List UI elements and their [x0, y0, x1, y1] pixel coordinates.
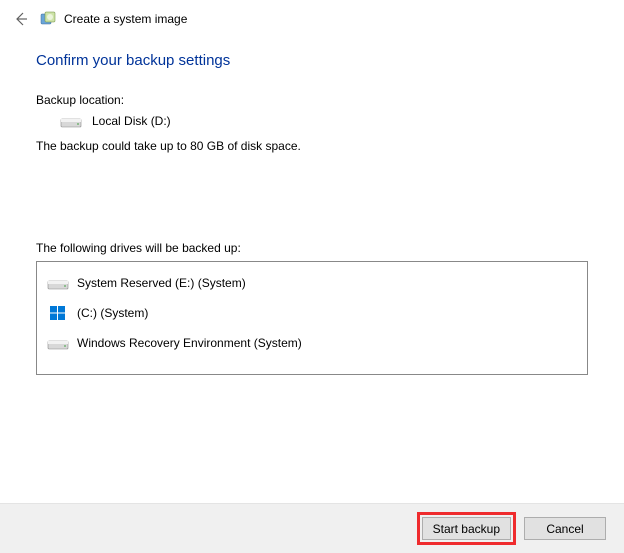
windows-disk-icon [47, 305, 69, 321]
window-title: Create a system image [64, 12, 187, 26]
system-image-icon [40, 11, 56, 27]
drive-row: Windows Recovery Environment (System) [45, 328, 579, 358]
back-button[interactable] [10, 8, 32, 30]
disk-icon [47, 335, 69, 351]
titlebar: Create a system image [0, 0, 624, 34]
cancel-button[interactable]: Cancel [524, 517, 606, 540]
disk-icon [47, 275, 69, 291]
back-arrow-icon [12, 10, 30, 28]
drive-label: System Reserved (E:) (System) [77, 276, 246, 290]
button-bar: Start backup Cancel [0, 503, 624, 553]
drives-label: The following drives will be backed up: [36, 241, 588, 255]
size-info-text: The backup could take up to 80 GB of dis… [36, 139, 588, 153]
backup-location-label: Backup location: [36, 93, 588, 107]
drive-label: (C:) (System) [77, 306, 148, 320]
start-backup-button[interactable]: Start backup [422, 517, 511, 540]
drive-row: System Reserved (E:) (System) [45, 268, 579, 298]
drive-row: (C:) (System) [45, 298, 579, 328]
disk-icon [60, 113, 82, 129]
backup-location-value: Local Disk (D:) [92, 114, 171, 128]
drive-label: Windows Recovery Environment (System) [77, 336, 302, 350]
content-area: Confirm your backup settings Backup loca… [0, 34, 624, 375]
highlight-annotation: Start backup [417, 512, 516, 545]
drives-list-box: System Reserved (E:) (System) (C:) (Syst… [36, 261, 588, 375]
page-heading: Confirm your backup settings [36, 52, 588, 69]
backup-location-row: Local Disk (D:) [36, 111, 588, 137]
